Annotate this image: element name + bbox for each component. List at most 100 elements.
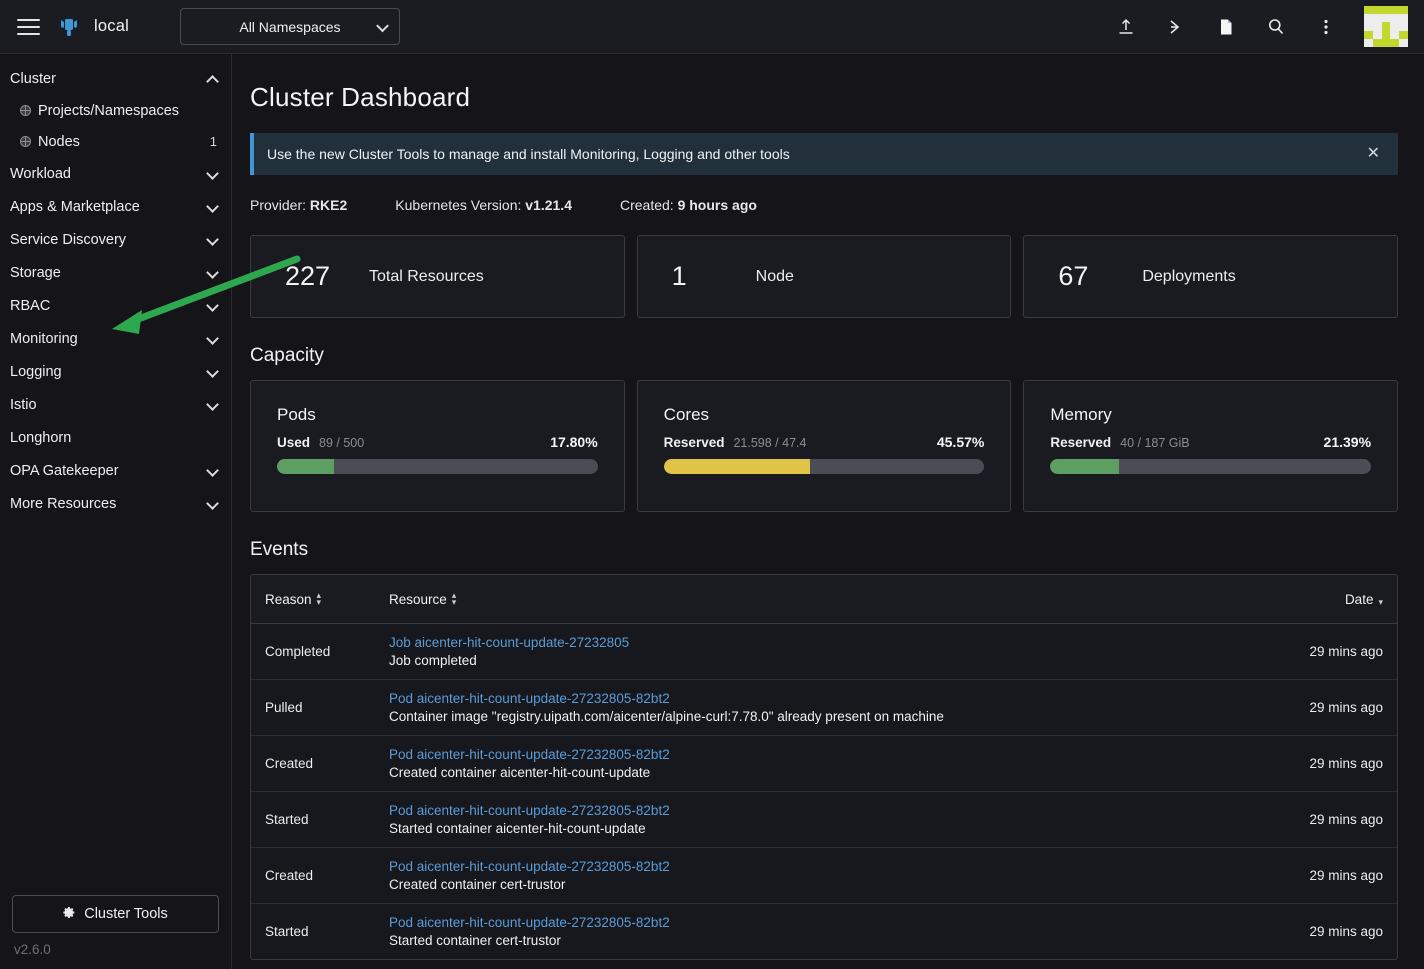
meta-kubernetes-version-key: Kubernetes Version: — [395, 197, 522, 213]
topbar-actions — [1114, 5, 1424, 48]
count-card-row: 227 Total Resources 1 Node 67 Deployment… — [250, 235, 1399, 318]
capacity-card-title: Pods — [277, 405, 316, 424]
column-header-reason[interactable]: Reason ▴ ▾ — [251, 575, 375, 624]
capacity-key: Used — [277, 435, 311, 450]
count-value: 227 — [285, 261, 331, 291]
column-header-resource[interactable]: Resource ▴ ▾ — [375, 575, 1267, 624]
sidebar-item-longhorn[interactable]: Longhorn — [0, 421, 231, 454]
event-resource-cell: Pod aicenter-hit-count-update-27232805-8… — [375, 791, 1267, 848]
capacity-card-cores: Cores Reserved 21.598 / 47.4 45.57% — [636, 380, 1012, 512]
event-resource-link[interactable]: Pod aicenter-hit-count-update-27232805-8… — [389, 915, 1253, 930]
sidebar-item-logging[interactable]: Logging — [0, 355, 231, 388]
page-title: Cluster Dashboard — [250, 82, 471, 112]
capacity-card-memory: Memory Reserved 40 / 187 GiB 21.39% — [1023, 380, 1399, 512]
event-resource-link[interactable]: Pod aicenter-hit-count-update-27232805-8… — [389, 859, 1253, 874]
cluster-badge[interactable]: local — [56, 14, 129, 40]
column-header-date[interactable]: Date ▾ — [1267, 575, 1397, 624]
event-reason: Created — [251, 735, 375, 792]
capacity-card-title: Memory — [1050, 405, 1112, 424]
event-resource-link[interactable]: Pod aicenter-hit-count-update-27232805-8… — [389, 803, 1253, 818]
cluster-meta-row: Provider: RKE2 Kubernetes Version: v1.21… — [250, 193, 1398, 235]
docs-file-icon[interactable] — [1214, 15, 1238, 39]
table-row[interactable]: Started Pod aicenter-hit-count-update-27… — [251, 791, 1397, 848]
event-resource-cell: Pod aicenter-hit-count-update-27232805-8… — [375, 679, 1267, 736]
sidebar-item-opa-gatekeeper[interactable]: OPA Gatekeeper — [0, 454, 231, 487]
sidebar-item-workload[interactable]: Workload — [0, 157, 231, 190]
import-yaml-icon[interactable] — [1114, 15, 1138, 39]
sidebar-item-label: Monitoring — [10, 330, 78, 347]
table-row[interactable]: Created Pod aicenter-hit-count-update-27… — [251, 735, 1397, 792]
event-message: Started container aicenter-hit-count-upd… — [389, 821, 646, 836]
table-row[interactable]: Completed Job aicenter-hit-count-update-… — [251, 623, 1397, 680]
cluster-tools-button[interactable]: Cluster Tools — [12, 895, 219, 933]
event-date: 29 mins ago — [1267, 623, 1397, 680]
capacity-value: 40 / 187 GiB — [1120, 436, 1190, 450]
sidebar-item-label: More Resources — [10, 495, 117, 512]
capacity-card-title: Cores — [663, 405, 710, 424]
event-date: 29 mins ago — [1309, 924, 1383, 939]
capacity-section-title: Capacity — [250, 345, 324, 366]
capacity-card-pods: Pods Used 89 / 500 17.80% — [250, 380, 625, 512]
chevron-down-icon — [206, 397, 219, 413]
sidebar-item-nodes[interactable]: Nodes 1 — [0, 126, 231, 157]
event-resource-link[interactable]: Pod aicenter-hit-count-update-27232805-8… — [389, 691, 1253, 706]
user-avatar[interactable] — [1364, 5, 1408, 48]
meta-provider-value: RKE2 — [309, 197, 348, 213]
sidebar-item-rbac[interactable]: RBAC — [0, 289, 231, 322]
event-message: Started container cert-trustor — [389, 933, 561, 948]
events-table-wrap: Reason ▴ ▾ Resource ▴ ▾ Date ▾ Completed… — [250, 574, 1398, 960]
count-value: 1 — [671, 261, 687, 291]
namespace-filter-select[interactable]: All Namespaces — [179, 8, 400, 45]
close-icon[interactable]: ✕ — [1363, 146, 1384, 162]
meta-provider: Provider: RKE2 — [250, 197, 347, 213]
column-header-label: Resource — [389, 592, 447, 607]
sidebar-item-storage[interactable]: Storage — [0, 256, 231, 289]
events-section-title: Events — [250, 539, 309, 560]
sidebar-item-label: Logging — [10, 363, 62, 380]
column-header-label: Date — [1344, 592, 1374, 607]
sidebar-item-apps-marketplace[interactable]: Apps & Marketplace — [0, 190, 231, 223]
capacity-key: Reserved — [1050, 435, 1112, 450]
meta-kubernetes-version-value: v1.21.4 — [525, 197, 572, 213]
table-row[interactable]: Started Pod aicenter-hit-count-update-27… — [251, 904, 1397, 960]
chevron-down-icon — [206, 199, 219, 215]
sidebar-item-label: Nodes — [38, 133, 80, 150]
capacity-value: 89 / 500 — [319, 436, 365, 450]
count-card-deployments[interactable]: 67 Deployments — [1023, 235, 1399, 318]
event-reason: Created — [251, 847, 375, 904]
capacity-percent: 45.57% — [936, 434, 985, 450]
sidebar-item-istio[interactable]: Istio — [0, 388, 231, 421]
sidebar-item-projects-namespaces[interactable]: Projects/Namespaces — [0, 95, 231, 126]
count-label: Node — [755, 267, 794, 285]
table-row[interactable]: Created Pod aicenter-hit-count-update-27… — [251, 847, 1397, 904]
sidebar-item-service-discovery[interactable]: Service Discovery — [0, 223, 231, 256]
event-message: Created container cert-trustor — [389, 877, 566, 892]
event-resource-link[interactable]: Pod aicenter-hit-count-update-27232805-8… — [389, 747, 1253, 762]
kubectl-shell-icon[interactable] — [1164, 15, 1188, 39]
event-resource-cell: Pod aicenter-hit-count-update-27232805-8… — [375, 735, 1267, 792]
search-icon[interactable] — [1264, 15, 1288, 39]
event-resource-link[interactable]: Job aicenter-hit-count-update-27232805 — [389, 635, 1253, 650]
hamburger-menu-icon[interactable] — [0, 0, 56, 54]
namespace-filter-wrap: All Namespaces — [179, 8, 400, 45]
count-card-total-resources[interactable]: 227 Total Resources — [250, 235, 625, 318]
sidebar-item-more-resources[interactable]: More Resources — [0, 487, 231, 520]
events-table-head: Reason ▴ ▾ Resource ▴ ▾ Date ▾ — [251, 575, 1397, 624]
capacity-progress-bar — [1050, 459, 1372, 474]
event-resource-cell: Pod aicenter-hit-count-update-27232805-8… — [375, 847, 1267, 904]
event-date: 29 mins ago — [1267, 847, 1397, 904]
table-row[interactable]: Pulled Pod aicenter-hit-count-update-272… — [251, 679, 1397, 736]
sidebar-item-label: RBAC — [10, 297, 51, 314]
capacity-percent: 17.80% — [550, 434, 598, 450]
sidebar-item-monitoring[interactable]: Monitoring — [0, 322, 231, 355]
count-card-node[interactable]: 1 Node — [636, 235, 1012, 318]
gear-icon — [63, 906, 76, 923]
meta-created-value: 9 hours ago — [677, 197, 757, 213]
chevron-down-icon — [206, 166, 219, 182]
sidebar-item-count: 1 — [209, 134, 217, 149]
namespace-filter-value: All Namespaces — [239, 18, 341, 35]
sidebar-item-label: Service Discovery — [10, 231, 127, 248]
sidebar-item-cluster[interactable]: Cluster — [0, 62, 231, 95]
sidebar-item-label: Apps & Marketplace — [10, 198, 140, 215]
overflow-menu-icon[interactable] — [1314, 15, 1338, 39]
